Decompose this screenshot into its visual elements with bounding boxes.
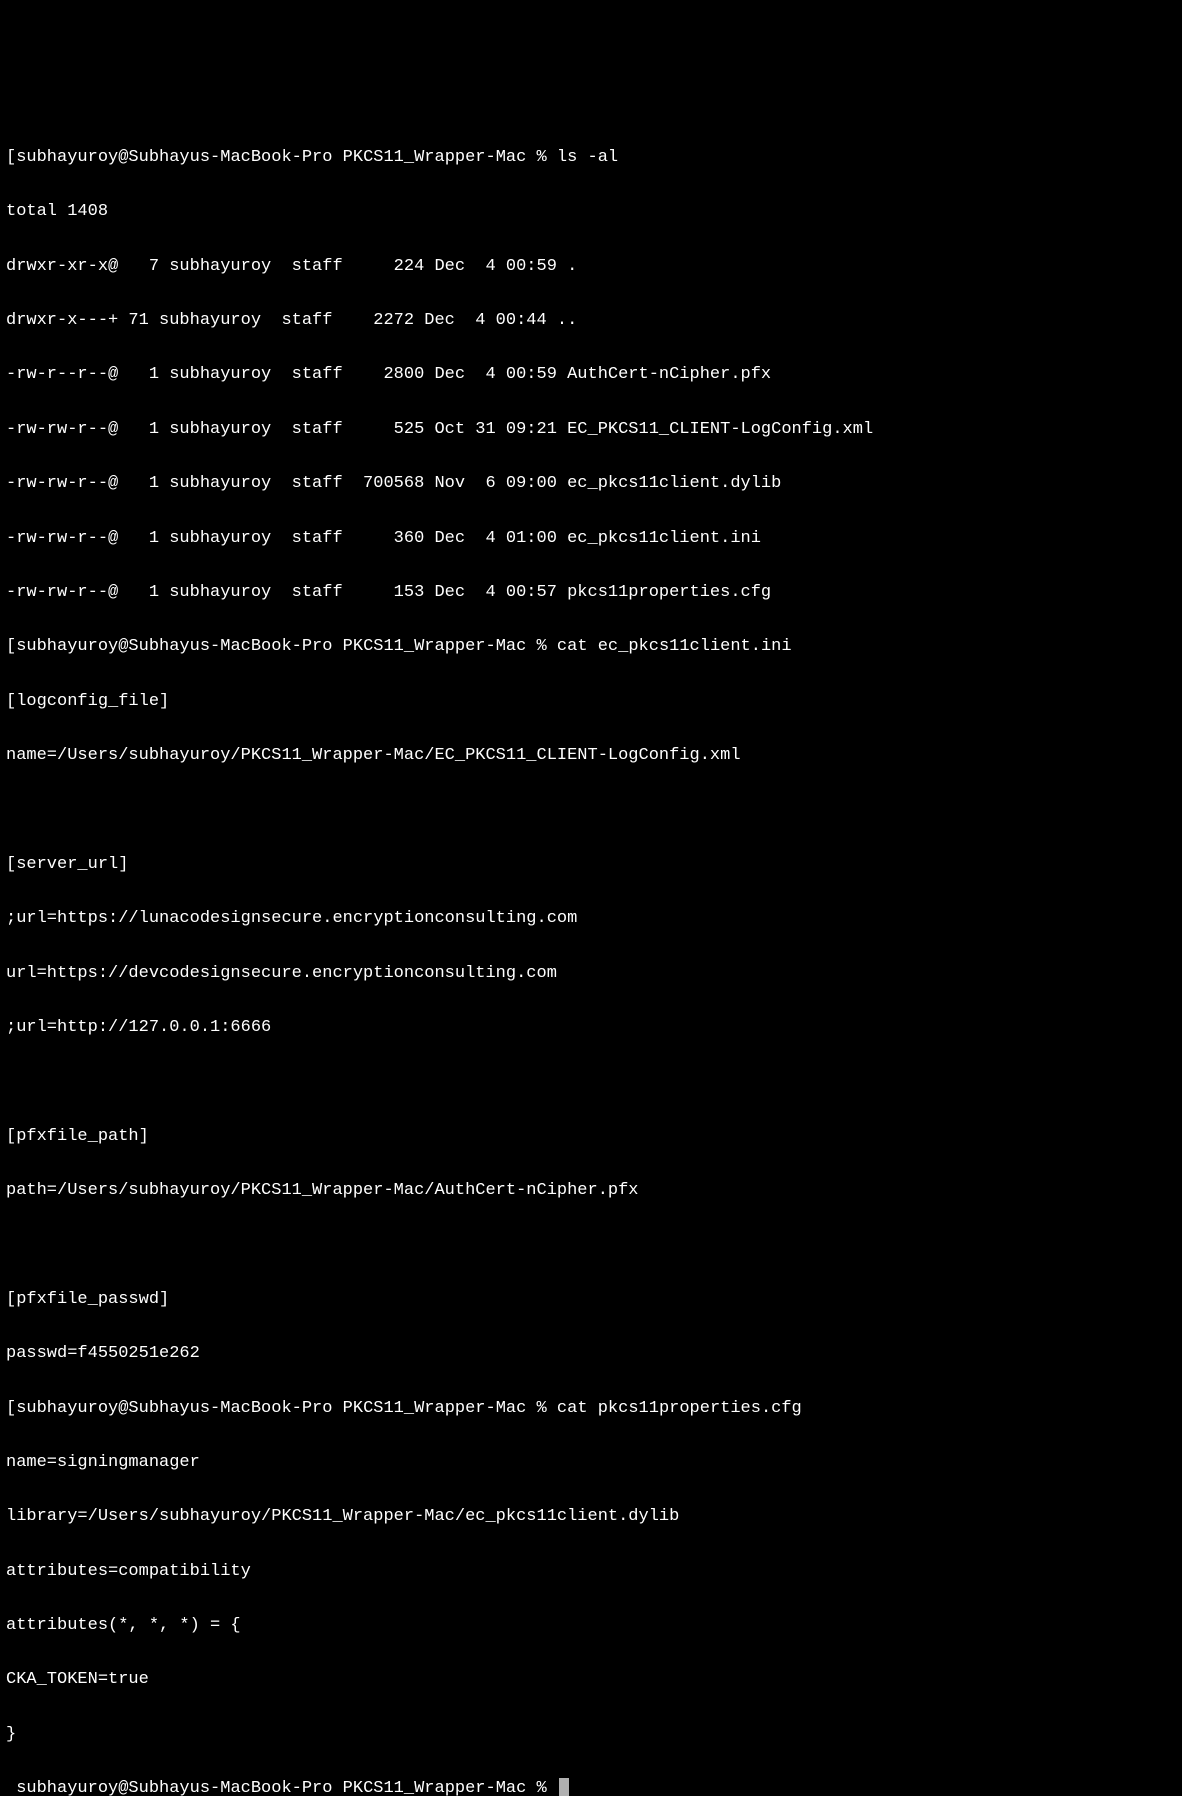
prompt-symbol: % xyxy=(537,1779,547,1796)
ini-url-active: url=https://devcodesignsecure.encryption… xyxy=(6,960,1176,987)
bracket-open: [ xyxy=(6,1399,16,1418)
ls-row: drwxr-x---+ 71 subhayuroy staff 2272 Dec… xyxy=(6,307,1176,334)
ls-row: -rw-rw-r--@ 1 subhayuroy staff 153 Dec 4… xyxy=(6,579,1176,606)
prompt-symbol: % xyxy=(537,1399,547,1418)
bracket-open: [ xyxy=(6,148,16,167)
ls-row: -rw-rw-r--@ 1 subhayuroy staff 360 Dec 4… xyxy=(6,525,1176,552)
blank-line xyxy=(6,796,1176,823)
prompt-symbol: % xyxy=(537,637,547,656)
prompt-user-host: subhayuroy@Subhayus-MacBook-Pro xyxy=(16,1779,332,1796)
ini-url-commented-1: ;url=https://lunacodesignsecure.encrypti… xyxy=(6,905,1176,932)
prompt-user-host: subhayuroy@Subhayus-MacBook-Pro xyxy=(16,148,332,167)
prompt-dir: PKCS11_Wrapper-Mac xyxy=(343,148,527,167)
cfg-library: library=/Users/subhayuroy/PKCS11_Wrapper… xyxy=(6,1503,1176,1530)
command-ls: ls -al xyxy=(557,148,618,167)
prompt-line-3: [subhayuroy@Subhayus-MacBook-Pro PKCS11_… xyxy=(6,1395,1176,1422)
prompt-dir: PKCS11_Wrapper-Mac xyxy=(343,637,527,656)
ini-path-line: path=/Users/subhayuroy/PKCS11_Wrapper-Ma… xyxy=(6,1177,1176,1204)
ls-row: -rw-r--r--@ 1 subhayuroy staff 2800 Dec … xyxy=(6,361,1176,388)
cursor-icon xyxy=(559,1778,569,1796)
prompt-dir: PKCS11_Wrapper-Mac xyxy=(343,1399,527,1418)
ls-row: drwxr-xr-x@ 7 subhayuroy staff 224 Dec 4… xyxy=(6,253,1176,280)
ini-name-line: name=/Users/subhayuroy/PKCS11_Wrapper-Ma… xyxy=(6,742,1176,769)
bracket-open: [ xyxy=(6,637,16,656)
cfg-attributes-block-open: attributes(*, *, *) = { xyxy=(6,1612,1176,1639)
ini-url-commented-2: ;url=http://127.0.0.1:6666 xyxy=(6,1014,1176,1041)
ini-section-logconfig: [logconfig_file] xyxy=(6,688,1176,715)
ini-section-pfxfile-path: [pfxfile_path] xyxy=(6,1123,1176,1150)
prompt-line-1: [subhayuroy@Subhayus-MacBook-Pro PKCS11_… xyxy=(6,144,1176,171)
ls-row: -rw-rw-r--@ 1 subhayuroy staff 525 Oct 3… xyxy=(6,416,1176,443)
ini-section-pfxfile-passwd: [pfxfile_passwd] xyxy=(6,1286,1176,1313)
ini-passwd-line: passwd=f4550251e262 xyxy=(6,1340,1176,1367)
ls-row: -rw-rw-r--@ 1 subhayuroy staff 700568 No… xyxy=(6,470,1176,497)
prompt-line-4[interactable]: subhayuroy@Subhayus-MacBook-Pro PKCS11_W… xyxy=(6,1775,1176,1796)
cfg-attributes-compat: attributes=compatibility xyxy=(6,1558,1176,1585)
prompt-line-2: [subhayuroy@Subhayus-MacBook-Pro PKCS11_… xyxy=(6,633,1176,660)
ini-section-server-url: [server_url] xyxy=(6,851,1176,878)
cfg-name: name=signingmanager xyxy=(6,1449,1176,1476)
command-cat-cfg: cat pkcs11properties.cfg xyxy=(557,1399,802,1418)
cfg-cka-token: CKA_TOKEN=true xyxy=(6,1666,1176,1693)
blank-line xyxy=(6,1231,1176,1258)
prompt-symbol: % xyxy=(537,148,547,167)
prompt-dir: PKCS11_Wrapper-Mac xyxy=(343,1779,527,1796)
blank-line xyxy=(6,1068,1176,1095)
terminal-window[interactable]: [subhayuroy@Subhayus-MacBook-Pro PKCS11_… xyxy=(6,117,1176,1796)
prompt-user-host: subhayuroy@Subhayus-MacBook-Pro xyxy=(16,1399,332,1418)
cfg-attributes-block-close: } xyxy=(6,1721,1176,1748)
prompt-user-host: subhayuroy@Subhayus-MacBook-Pro xyxy=(16,637,332,656)
ls-total: total 1408 xyxy=(6,198,1176,225)
command-cat-ini: cat ec_pkcs11client.ini xyxy=(557,637,792,656)
